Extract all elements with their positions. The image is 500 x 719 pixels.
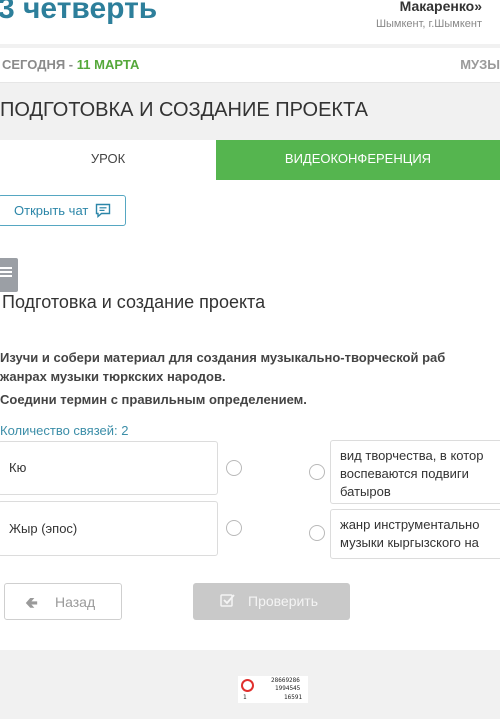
open-chat-label: Открыть чат xyxy=(14,203,89,218)
task-title: Подготовка и создание проекта xyxy=(2,292,266,312)
definition-connector[interactable] xyxy=(309,464,325,480)
open-chat-button[interactable]: Открыть чат xyxy=(0,195,126,226)
menu-icon[interactable] xyxy=(0,258,18,292)
scan-stamp: 28669286 1994545 1 16591 xyxy=(238,676,308,703)
definition-line: жанр инструментально xyxy=(340,517,480,532)
tab-lesson[interactable]: УРОК xyxy=(0,140,216,180)
lesson-tabs: УРОК ВИДЕОКОНФЕРЕНЦИЯ xyxy=(0,140,500,180)
definition-line: батыров xyxy=(340,484,391,499)
back-label: Назад xyxy=(55,594,96,610)
stamp-number: 1994545 xyxy=(275,685,301,692)
back-button[interactable]: 🢀 Назад xyxy=(4,583,122,620)
definition-card[interactable]: вид творчества, в котор воспеваются подв… xyxy=(330,440,500,504)
term-label: Жыр (эпос) xyxy=(9,521,78,536)
tab-videoconference[interactable]: ВИДЕОКОНФЕРЕНЦИЯ xyxy=(216,140,500,180)
checkbox-icon xyxy=(220,593,236,611)
today-date: СЕГОДНЯ - 11 МАРТА xyxy=(2,57,139,72)
term-connector[interactable] xyxy=(226,460,242,476)
definition-connector[interactable] xyxy=(309,525,325,541)
definition-card[interactable]: жанр инструментально музыки кыргызского … xyxy=(330,509,500,559)
stamp-circle-icon xyxy=(241,679,254,692)
task-text: Изучи и собери материал для создания муз… xyxy=(0,348,500,386)
stamp-number: 16591 xyxy=(284,694,303,701)
school-city: Шымкент, г.Шымкент xyxy=(375,18,482,30)
task-text-line: Изучи и собери материал для создания муз… xyxy=(0,350,446,365)
date-value: 11 МАРТА xyxy=(76,57,140,72)
school-name: Макаренко» xyxy=(399,0,482,14)
header: 3 четверть Макаренко» Шымкент, г.Шымкент xyxy=(0,0,500,44)
subject-label: МУЗЫ xyxy=(460,57,500,72)
term-card[interactable]: Кю xyxy=(0,441,218,495)
term-card[interactable]: Жыр (эпос) xyxy=(0,501,218,556)
term-label: Кю xyxy=(9,460,27,475)
today-label: СЕГОДНЯ - xyxy=(2,57,74,72)
definition-line: воспеваются подвиги xyxy=(340,466,469,481)
stamp-number: 1 xyxy=(243,694,247,701)
quarter-title: 3 четверть xyxy=(0,0,158,25)
lesson-title: ПОДГОТОВКА И СОЗДАНИЕ ПРОЕКТА xyxy=(0,99,368,121)
lesson-content xyxy=(0,180,500,650)
task-instruction: Соедини термин с правильным определением… xyxy=(0,392,307,407)
definition-line: музыки кыргызского на xyxy=(340,535,479,550)
term-connector[interactable] xyxy=(226,520,242,536)
arrow-left-icon: 🢀 xyxy=(25,595,38,612)
links-count: Количество связей: 2 xyxy=(0,423,129,438)
task-text-line: жанрах музыки тюркских народов. xyxy=(0,369,226,384)
definition-line: вид творчества, в котор xyxy=(340,448,484,463)
date-strip: СЕГОДНЯ - 11 МАРТА МУЗЫ xyxy=(0,48,500,83)
check-label: Проверить xyxy=(248,593,319,609)
stamp-number: 28669286 xyxy=(271,677,300,684)
chat-icon xyxy=(95,203,111,221)
check-button[interactable]: Проверить xyxy=(193,583,350,620)
